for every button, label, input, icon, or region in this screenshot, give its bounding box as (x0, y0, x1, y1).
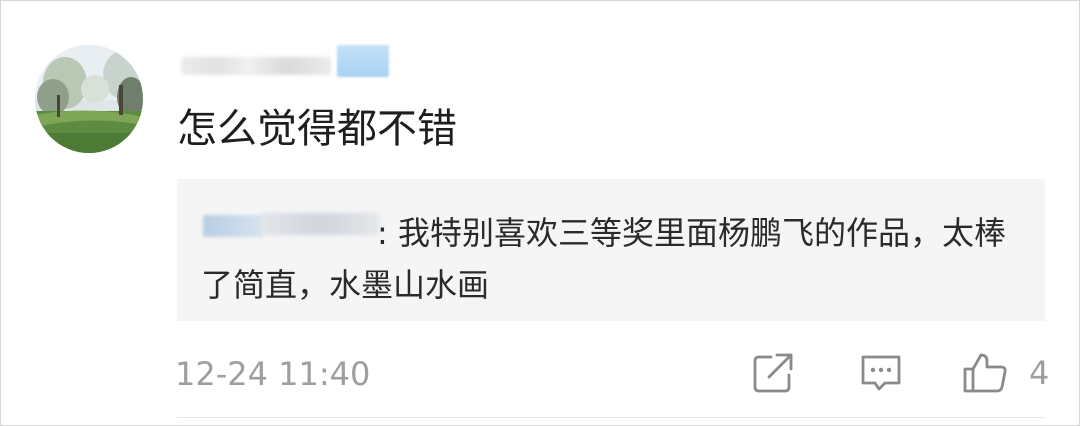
comment-timestamp: 12-24 11:40 (175, 355, 371, 393)
like-button[interactable]: 4 (961, 351, 1049, 395)
reply-content: : 我特别喜欢三等奖里面杨鹏飞的作品，太棒了简直，水墨山水画 (201, 207, 1037, 311)
username-blur (181, 57, 331, 75)
username-redacted[interactable] (173, 43, 393, 77)
comment-card: 怎么觉得都不错 : 我特别喜欢三等奖里面杨鹏飞的作品，太棒了简直，水墨山水画 1… (0, 0, 1080, 426)
share-button[interactable] (751, 351, 795, 395)
comment-button[interactable] (859, 351, 903, 395)
share-icon (753, 353, 793, 393)
divider (177, 417, 1045, 418)
reply-prefix: : (377, 214, 388, 252)
comment-text: 怎么觉得都不错 (177, 106, 457, 152)
avatar-image (35, 45, 143, 153)
reply-box[interactable]: : 我特别喜欢三等奖里面杨鹏飞的作品，太棒了简直，水墨山水画 (177, 179, 1045, 321)
user-avatar[interactable] (35, 45, 143, 153)
username-badge-blur (337, 45, 389, 77)
reply-text: 我特别喜欢三等奖里面杨鹏飞的作品，太棒了简直，水墨山水画 (201, 214, 1006, 304)
thumbs-up-icon (963, 353, 1007, 393)
comment-icon (861, 355, 901, 391)
like-count: 4 (1029, 354, 1050, 392)
